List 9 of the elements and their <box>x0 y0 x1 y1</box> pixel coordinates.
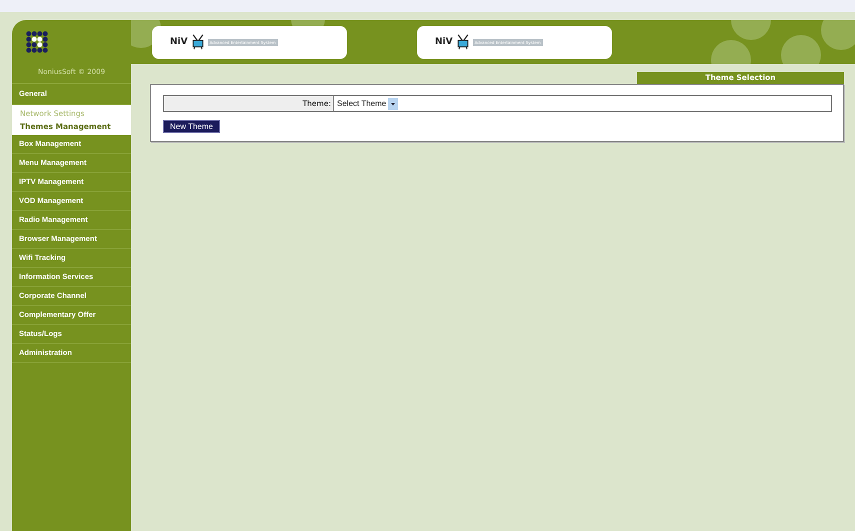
circle-decoration <box>781 35 821 64</box>
logo-wordmark: NiV <box>435 37 453 47</box>
new-theme-button[interactable]: New Theme <box>163 120 220 133</box>
tv-icon <box>190 34 206 50</box>
theme-dropdown[interactable]: Select Theme <box>337 98 398 110</box>
dot-grid-logo-icon <box>26 31 48 53</box>
tv-icon <box>454 34 471 50</box>
caret-icon <box>388 98 398 110</box>
logo-wordmark: NiV <box>170 37 188 47</box>
